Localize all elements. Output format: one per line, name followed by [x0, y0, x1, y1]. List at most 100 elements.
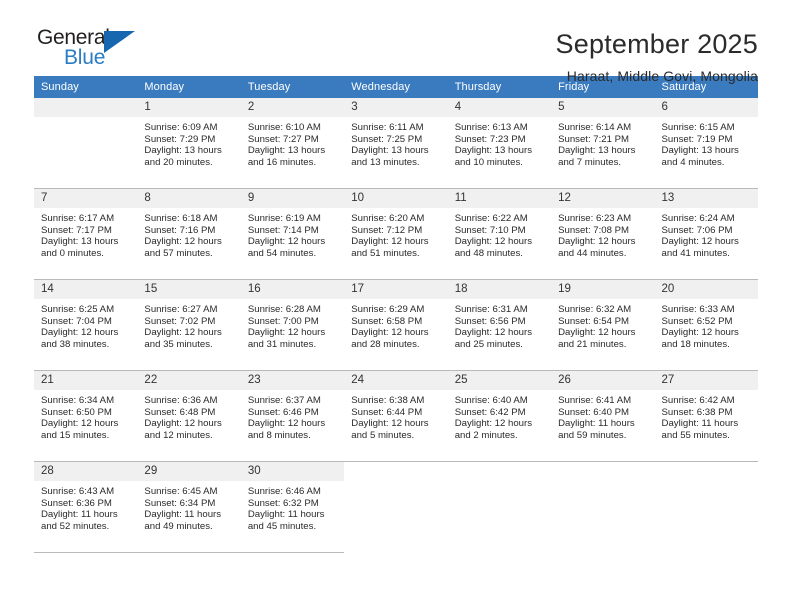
sunrise-time: Sunrise: 6:14 AM — [558, 122, 632, 133]
daylight-line-1: Daylight: 13 hours — [351, 145, 429, 157]
daylight-line-2: and 45 minutes. — [247, 520, 317, 532]
sunset-time: Sunset: 6:52 PM — [661, 315, 733, 327]
generalblue-logo[interactable]: General Blue — [34, 26, 174, 78]
calendar-day-cell-27[interactable]: 27 Sunrise: 6:42 AM Sunset: 6:38 PM Dayligh… — [654, 370, 758, 462]
daylight-line-1: Daylight: 13 hours — [558, 145, 636, 157]
calendar-day-cell-8[interactable]: 8 Sunrise: 6:18 AM Sunset: 7:16 PM Daylight… — [137, 188, 241, 280]
calendar-day-cell-20[interactable]: 20 Sunrise: 6:33 AM Sunset: 6:52 PM Dayligh… — [654, 279, 758, 371]
calendar-day-cell-11[interactable]: 11 Sunrise: 6:22 AM Sunset: 7:10 PM Dayligh… — [447, 188, 552, 280]
daylight-line-1: Daylight: 13 hours — [661, 145, 739, 157]
calendar-body: 1 Sunrise: 6:09 AM Sunset: 7:29 PM Daylight… — [34, 98, 758, 553]
daylight-line-2: and 21 minutes. — [558, 338, 627, 350]
daylight-line-1: Daylight: 11 hours — [661, 418, 739, 430]
day-number: 29 — [137, 462, 241, 481]
daylight-line-2: and 41 minutes. — [661, 247, 730, 259]
calendar-day-cell-16[interactable]: 16 Sunrise: 6:28 AM Sunset: 7:00 PM Dayligh… — [240, 279, 345, 371]
daylight-line-1: Daylight: 13 hours — [247, 145, 326, 157]
sunset-time: Sunset: 7:00 PM — [247, 315, 319, 327]
daylight-line-1: Daylight: 13 hours — [144, 145, 222, 157]
day-details: Sunrise: 6:20 AM Sunset: 7:12 PM Daylight:… — [344, 208, 447, 259]
daylight-line-1: Daylight: 11 hours — [41, 509, 118, 521]
sunrise-time: Sunrise: 6:10 AM — [247, 122, 321, 133]
sunrise-time: Sunrise: 6:23 AM — [558, 213, 632, 224]
calendar-day-cell-2[interactable]: 2 Sunrise: 6:10 AM Sunset: 7:27 PM Daylight… — [240, 98, 345, 189]
calendar-page: General Blue September 2025 Haraat, Midd… — [0, 0, 792, 612]
calendar-day-cell-17[interactable]: 17 Sunrise: 6:29 AM Sunset: 6:58 PM Dayligh… — [344, 279, 448, 371]
day-number — [551, 462, 654, 481]
calendar-day-cell-3[interactable]: 3 Sunrise: 6:11 AM Sunset: 7:25 PM Daylight… — [344, 98, 448, 189]
daylight-line-2: and 38 minutes. — [41, 338, 110, 350]
sunset-time: Sunset: 6:54 PM — [558, 315, 630, 327]
sunset-time: Sunset: 7:27 PM — [247, 133, 319, 145]
daylight-line-1: Daylight: 11 hours — [247, 509, 325, 521]
daylight-line-1: Daylight: 12 hours — [351, 236, 429, 248]
calendar-day-cell-10[interactable]: 10 Sunrise: 6:20 AM Sunset: 7:12 PM Dayligh… — [344, 188, 448, 280]
calendar-day-cell-19[interactable]: 19 Sunrise: 6:32 AM Sunset: 6:54 PM Dayligh… — [551, 279, 655, 371]
sunrise-time: Sunrise: 6:13 AM — [454, 122, 528, 133]
sunset-time: Sunset: 6:50 PM — [41, 406, 112, 418]
daylight-line-1: Daylight: 12 hours — [661, 236, 739, 248]
day-number: 25 — [447, 371, 552, 390]
daylight-line-2: and 28 minutes. — [351, 338, 420, 350]
daylight-line-1: Daylight: 12 hours — [247, 327, 326, 339]
calendar-day-cell-28[interactable]: 28 Sunrise: 6:43 AM Sunset: 6:36 PM Dayligh… — [34, 461, 138, 553]
calendar-day-cell-25[interactable]: 25 Sunrise: 6:40 AM Sunset: 6:42 PM Dayligh… — [447, 370, 552, 462]
calendar-day-cell-24[interactable]: 24 Sunrise: 6:38 AM Sunset: 6:44 PM Dayligh… — [344, 370, 448, 462]
day-details: Sunrise: 6:42 AM Sunset: 6:38 PM Daylight:… — [655, 390, 758, 441]
calendar-day-cell-23[interactable]: 23 Sunrise: 6:37 AM Sunset: 6:46 PM Dayligh… — [240, 370, 345, 462]
daylight-line-2: and 8 minutes. — [247, 429, 311, 441]
calendar-day-cell-30[interactable]: 30 Sunrise: 6:46 AM Sunset: 6:32 PM Dayligh… — [240, 461, 345, 553]
day-number: 26 — [551, 371, 655, 390]
sunset-time: Sunset: 7:23 PM — [454, 133, 526, 145]
calendar-day-cell-1[interactable]: 1 Sunrise: 6:09 AM Sunset: 7:29 PM Daylight… — [137, 98, 241, 189]
sunset-time: Sunset: 6:36 PM — [41, 497, 112, 509]
day-number: 30 — [240, 462, 345, 481]
calendar-day-cell-18[interactable]: 18 Sunrise: 6:31 AM Sunset: 6:56 PM Dayligh… — [447, 279, 552, 371]
daylight-line-1: Daylight: 12 hours — [41, 327, 119, 339]
daylight-line-1: Daylight: 12 hours — [144, 418, 222, 430]
calendar-day-cell-4[interactable]: 4 Sunrise: 6:13 AM Sunset: 7:23 PM Daylight… — [447, 98, 552, 189]
calendar-day-cell-26[interactable]: 26 Sunrise: 6:41 AM Sunset: 6:40 PM Dayligh… — [551, 370, 655, 462]
day-number: 3 — [344, 98, 448, 117]
sunrise-time: Sunrise: 6:37 AM — [247, 395, 321, 406]
sunrise-time: Sunrise: 6:40 AM — [454, 395, 528, 406]
day-number: 12 — [551, 189, 655, 208]
daylight-line-2: and 2 minutes. — [454, 429, 518, 441]
calendar-day-cell-6[interactable]: 6 Sunrise: 6:15 AM Sunset: 7:19 PM Daylight… — [654, 98, 758, 189]
daylight-line-2: and 10 minutes. — [454, 156, 523, 168]
daylight-line-1: Daylight: 12 hours — [247, 418, 326, 430]
sunrise-time: Sunrise: 6:36 AM — [144, 395, 218, 406]
calendar-day-cell-21[interactable]: 21 Sunrise: 6:34 AM Sunset: 6:50 PM Dayligh… — [34, 370, 138, 462]
day-details: Sunrise: 6:28 AM Sunset: 7:00 PM Daylight:… — [241, 299, 344, 350]
calendar-day-cell-7[interactable]: 7 Sunrise: 6:17 AM Sunset: 7:17 PM Daylight… — [34, 188, 138, 280]
daylight-line-2: and 5 minutes. — [351, 429, 415, 441]
calendar-day-cell-14[interactable]: 14 Sunrise: 6:25 AM Sunset: 7:04 PM Dayligh… — [34, 279, 138, 371]
day-number: 16 — [240, 280, 345, 299]
day-number: 8 — [137, 189, 241, 208]
day-number: 28 — [34, 462, 138, 481]
daylight-line-2: and 12 minutes. — [144, 429, 213, 441]
daylight-line-1: Daylight: 12 hours — [454, 327, 533, 339]
day-details: Sunrise: 6:37 AM Sunset: 6:46 PM Daylight:… — [241, 390, 344, 441]
calendar-week-row: 28 Sunrise: 6:43 AM Sunset: 6:36 PM Dayligh… — [34, 461, 758, 553]
weekday-header-tuesday: Tuesday — [240, 76, 345, 98]
calendar-day-cell-5[interactable]: 5 Sunrise: 6:14 AM Sunset: 7:21 PM Daylight… — [551, 98, 655, 189]
day-number: 24 — [344, 371, 448, 390]
daylight-line-1: Daylight: 12 hours — [661, 327, 739, 339]
daylight-line-1: Daylight: 12 hours — [454, 418, 533, 430]
calendar-day-cell-9[interactable]: 9 Sunrise: 6:19 AM Sunset: 7:14 PM Daylight… — [240, 188, 345, 280]
calendar-day-cell-15[interactable]: 15 Sunrise: 6:27 AM Sunset: 7:02 PM Dayligh… — [137, 279, 241, 371]
calendar-day-cell-12[interactable]: 12 Sunrise: 6:23 AM Sunset: 7:08 PM Dayligh… — [551, 188, 655, 280]
calendar-empty-cell — [551, 462, 654, 553]
sunrise-time: Sunrise: 6:43 AM — [41, 486, 115, 497]
sunrise-time: Sunrise: 6:28 AM — [247, 304, 321, 315]
sunset-time: Sunset: 7:08 PM — [558, 224, 630, 236]
calendar-empty-cell — [34, 98, 138, 189]
sunset-time: Sunset: 7:17 PM — [41, 224, 112, 236]
calendar-day-cell-22[interactable]: 22 Sunrise: 6:36 AM Sunset: 6:48 PM Dayligh… — [137, 370, 241, 462]
sunrise-time: Sunrise: 6:46 AM — [247, 486, 321, 497]
daylight-line-2: and 51 minutes. — [351, 247, 420, 259]
calendar-day-cell-13[interactable]: 13 Sunrise: 6:24 AM Sunset: 7:06 PM Dayligh… — [654, 188, 758, 280]
calendar-day-cell-29[interactable]: 29 Sunrise: 6:45 AM Sunset: 6:34 PM Dayligh… — [137, 461, 241, 553]
sunrise-time: Sunrise: 6:19 AM — [247, 213, 321, 224]
